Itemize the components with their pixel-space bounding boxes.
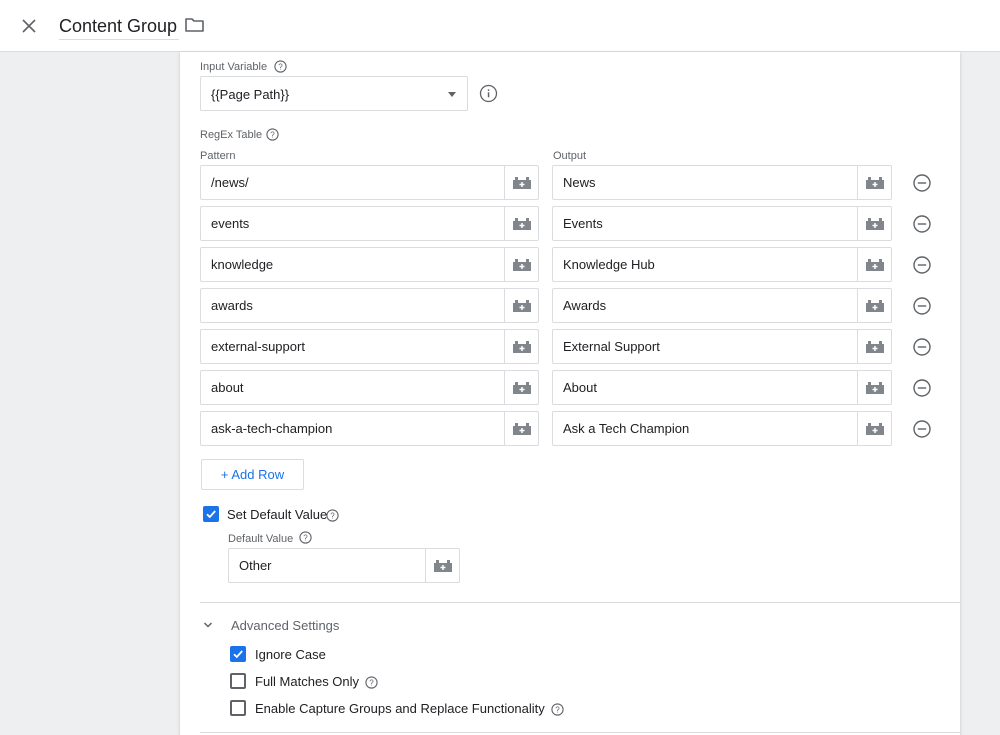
advanced-settings-toggle[interactable]: Advanced Settings: [202, 617, 342, 635]
advanced-option-checkbox[interactable]: [230, 700, 246, 716]
variable-picker-icon[interactable]: [426, 549, 460, 582]
advanced-option-checkbox[interactable]: [230, 673, 246, 689]
remove-row-icon[interactable]: [912, 419, 932, 439]
top-app-bar: Content Group: [0, 0, 1000, 52]
pattern-input[interactable]: [201, 330, 504, 363]
pattern-field: [200, 206, 539, 241]
output-field: [552, 370, 892, 405]
pattern-input[interactable]: [201, 412, 504, 445]
variable-picker-icon[interactable]: [505, 289, 539, 322]
pattern-field: [200, 288, 539, 323]
pattern-input[interactable]: [201, 207, 504, 240]
pattern-input[interactable]: [201, 371, 504, 404]
remove-row-icon[interactable]: [912, 337, 932, 357]
input-variable-label: Input Variable: [200, 61, 268, 73]
variable-picker-icon[interactable]: [505, 207, 539, 240]
pattern-input[interactable]: [201, 166, 504, 199]
pattern-field: [200, 329, 539, 364]
section-divider: [200, 732, 960, 733]
output-column-header: Output: [553, 150, 587, 162]
output-field: [552, 288, 892, 323]
variable-picker-icon[interactable]: [858, 289, 892, 322]
variable-picker-icon[interactable]: [505, 330, 539, 363]
pattern-field: [200, 247, 539, 282]
variable-picker-icon[interactable]: [858, 166, 892, 199]
pattern-field: [200, 411, 539, 446]
variable-picker-icon[interactable]: [858, 207, 892, 240]
variable-picker-icon[interactable]: [505, 371, 539, 404]
output-field: [552, 329, 892, 364]
chevron-down-icon: [203, 622, 213, 628]
output-input[interactable]: [553, 248, 857, 281]
svg-text:?: ?: [303, 534, 308, 543]
remove-row-icon[interactable]: [912, 255, 932, 275]
output-input[interactable]: [553, 371, 857, 404]
output-input[interactable]: [553, 330, 857, 363]
variable-picker-icon[interactable]: [858, 248, 892, 281]
output-field: [552, 165, 892, 200]
help-icon[interactable]: ?: [266, 128, 279, 141]
advanced-option-label: Ignore Case: [255, 647, 326, 662]
input-variable-select[interactable]: {{Page Path}}: [200, 76, 468, 111]
remove-row-icon[interactable]: [912, 173, 932, 193]
pattern-input[interactable]: [201, 248, 504, 281]
default-value-label: Default Value: [228, 533, 294, 545]
remove-row-icon[interactable]: [912, 214, 932, 234]
close-icon[interactable]: [16, 13, 42, 39]
variable-picker-icon[interactable]: [505, 412, 539, 445]
regex-table-label: RegEx Table: [200, 129, 263, 141]
output-input[interactable]: [553, 207, 857, 240]
pattern-field: [200, 165, 539, 200]
pattern-input[interactable]: [201, 289, 504, 322]
variable-picker-icon[interactable]: [858, 330, 892, 363]
remove-row-icon[interactable]: [912, 378, 932, 398]
variable-picker-icon[interactable]: [858, 412, 892, 445]
page-title[interactable]: Content Group: [59, 14, 180, 40]
help-icon[interactable]: ?: [299, 531, 312, 544]
set-default-value-label: Set Default Value: [227, 507, 328, 522]
help-icon[interactable]: ?: [326, 509, 339, 522]
add-row-button[interactable]: + Add Row: [201, 459, 304, 490]
set-default-value-checkbox[interactable]: [203, 506, 219, 522]
section-divider: [200, 602, 960, 603]
variable-picker-icon[interactable]: [505, 166, 539, 199]
help-icon[interactable]: ?: [274, 60, 287, 73]
output-field: [552, 206, 892, 241]
variable-picker-icon[interactable]: [505, 248, 539, 281]
output-field: [552, 247, 892, 282]
default-value-field: [228, 548, 460, 583]
dropdown-arrow-icon: [448, 92, 456, 97]
help-icon[interactable]: ?: [365, 676, 378, 689]
advanced-settings-label: Advanced Settings: [231, 618, 340, 633]
advanced-option-label: Full Matches Only: [255, 674, 360, 689]
advanced-option-label: Enable Capture Groups and Replace Functi…: [255, 701, 545, 716]
configuration-panel: Input Variable ? {{Page Path}} RegEx Tab…: [180, 52, 960, 735]
remove-row-icon[interactable]: [912, 296, 932, 316]
svg-text:?: ?: [278, 63, 283, 72]
info-icon[interactable]: [479, 84, 498, 103]
help-icon[interactable]: ?: [551, 703, 564, 716]
variable-picker-icon[interactable]: [858, 371, 892, 404]
output-input[interactable]: [553, 289, 857, 322]
svg-text:?: ?: [270, 131, 275, 140]
pattern-column-header: Pattern: [200, 150, 236, 162]
output-input[interactable]: [553, 166, 857, 199]
input-variable-value: {{Page Path}}: [211, 87, 290, 102]
folder-icon[interactable]: [184, 15, 206, 35]
svg-text:?: ?: [369, 679, 374, 688]
output-field: [552, 411, 892, 446]
advanced-option-checkbox[interactable]: [230, 646, 246, 662]
output-input[interactable]: [553, 412, 857, 445]
default-value-input[interactable]: [229, 549, 425, 582]
svg-text:?: ?: [555, 706, 560, 715]
svg-text:?: ?: [330, 512, 335, 521]
pattern-field: [200, 370, 539, 405]
